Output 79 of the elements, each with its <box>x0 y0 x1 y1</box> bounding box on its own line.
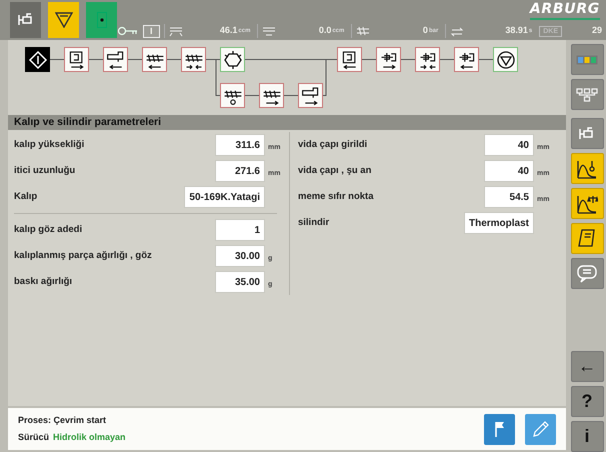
flag-icon <box>494 421 506 437</box>
value-field[interactable]: 54.5 <box>484 186 534 208</box>
value-field[interactable]: 30.00 <box>215 245 265 267</box>
process-step[interactable] <box>376 47 401 72</box>
parameter-label: kalıp yüksekliği <box>14 138 86 152</box>
nodes-icon <box>576 88 598 102</box>
connector-line <box>478 59 494 60</box>
nodes-button[interactable] <box>570 79 604 110</box>
parameter-label: kalıplanmış parça ağırlığı , göz <box>14 248 153 263</box>
value-field[interactable]: 50-169K.Yatagi <box>184 186 265 208</box>
message-icon <box>577 264 597 282</box>
parameter-label: meme sıfır nokta <box>298 190 375 204</box>
process-step[interactable] <box>337 47 362 72</box>
process-step[interactable] <box>25 47 50 72</box>
process-step[interactable] <box>298 83 323 108</box>
process-step[interactable] <box>64 47 89 72</box>
connector-line <box>400 59 416 60</box>
mode-indicator: I <box>143 24 160 38</box>
value-field[interactable]: 40 <box>484 160 534 182</box>
value-field[interactable]: 271.6 <box>215 160 265 182</box>
reading-value: 38.91 <box>505 24 528 38</box>
connector-line <box>50 59 64 60</box>
pencil-icon <box>532 420 550 438</box>
connector-line <box>88 59 104 60</box>
panel-title: Kalıp ve silindir parametreleri <box>8 115 566 130</box>
value-field[interactable]: 35.00 <box>215 271 265 293</box>
parameter-label: silindir <box>298 216 330 230</box>
sidebar-button[interactable]: ? <box>570 386 604 417</box>
document-icon <box>578 228 596 250</box>
mode-button[interactable] <box>48 2 79 38</box>
parameter-label: itici uzunluğu <box>14 164 76 178</box>
value-field[interactable]: 311.6 <box>215 134 265 156</box>
reading-value: 0.0 <box>318 24 332 38</box>
triangle-icon <box>54 12 72 28</box>
process-step[interactable] <box>103 47 128 72</box>
lights-button[interactable] <box>570 44 604 75</box>
reading-value: 0 <box>422 24 428 38</box>
key-icon <box>117 26 139 36</box>
message-button[interactable] <box>570 258 604 289</box>
process-step[interactable] <box>220 47 245 72</box>
process-step[interactable] <box>415 47 440 72</box>
curve-probe-button[interactable] <box>570 153 604 184</box>
driver-label: Sürücü <box>18 430 50 444</box>
sidebar-button[interactable]: ← <box>570 351 604 382</box>
document-button[interactable] <box>570 223 604 254</box>
logo: ARBURG <box>530 0 600 20</box>
process-step[interactable] <box>259 83 284 108</box>
reading-value: 46.1 <box>220 24 238 38</box>
parameter-label: kalıp göz adedi <box>14 222 84 237</box>
process-status: Proses: Çevrim start <box>18 414 108 427</box>
connector-line <box>284 95 298 96</box>
process-step[interactable] <box>220 83 245 108</box>
sidebar-button[interactable]: i <box>570 421 604 452</box>
value-field[interactable]: 1 <box>215 219 265 241</box>
flag-button[interactable] <box>484 414 515 444</box>
curve-scale-button[interactable] <box>570 188 604 219</box>
connector-line <box>166 59 182 60</box>
process-step[interactable] <box>493 47 518 72</box>
cycle-icon <box>450 25 464 37</box>
connector-line <box>128 59 142 60</box>
process-step[interactable] <box>454 47 479 72</box>
connector-line <box>362 59 376 60</box>
machine-button[interactable] <box>570 118 604 149</box>
value-field[interactable]: Thermoplast <box>464 212 534 234</box>
parameter-label: vida çapı , şu an <box>298 164 372 178</box>
driver-value: Hidrolik olmayan <box>53 430 126 444</box>
counter: 29 <box>590 24 603 38</box>
edit-button[interactable] <box>525 414 556 444</box>
process-step[interactable] <box>142 47 167 72</box>
parameter-label: Kalıp <box>14 190 38 204</box>
mode-button[interactable] <box>10 2 41 38</box>
value-field[interactable]: 40 <box>484 134 534 156</box>
machine-icon <box>16 13 34 27</box>
connector-line <box>440 59 454 60</box>
parameter-label: vida çapı girildi <box>298 138 368 152</box>
parameter-label: baskı ağırlığı <box>14 274 74 289</box>
connector-line <box>244 95 260 96</box>
process-step[interactable] <box>181 47 206 72</box>
indicator-lights-icon <box>576 54 598 64</box>
